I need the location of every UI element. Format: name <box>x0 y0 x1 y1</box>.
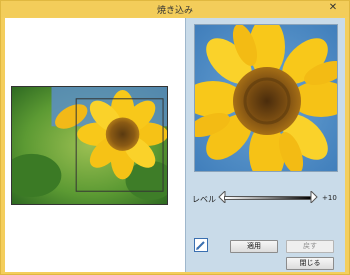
dialog-client-area: レベル +10 適用 戻す 閉じる <box>5 18 345 272</box>
preview-image <box>195 25 337 171</box>
level-slider[interactable] <box>224 196 312 200</box>
dialog-window: 焼き込み ✕ レベル +10 適用 戻す 閉じる <box>0 0 350 275</box>
level-value: +10 <box>322 194 337 202</box>
preview-pane: レベル +10 適用 戻す 閉じる <box>185 18 345 272</box>
window-title: 焼き込み <box>156 6 193 16</box>
zoom-preview <box>194 24 338 172</box>
level-control: レベル +10 <box>192 191 342 207</box>
level-label: レベル <box>192 195 216 204</box>
pencil-icon <box>196 241 205 250</box>
slider-thumb-icon[interactable] <box>310 191 318 203</box>
apply-button[interactable]: 適用 <box>230 240 278 253</box>
thumbnail-pane <box>5 18 183 272</box>
window-close-button[interactable]: ✕ <box>321 2 345 15</box>
undo-button[interactable]: 戻す <box>286 240 334 253</box>
close-button[interactable]: 閉じる <box>286 257 334 270</box>
image-thumbnail[interactable] <box>11 86 168 205</box>
title-bar: 焼き込み ✕ <box>1 1 349 17</box>
brush-tool-button[interactable] <box>194 238 208 252</box>
